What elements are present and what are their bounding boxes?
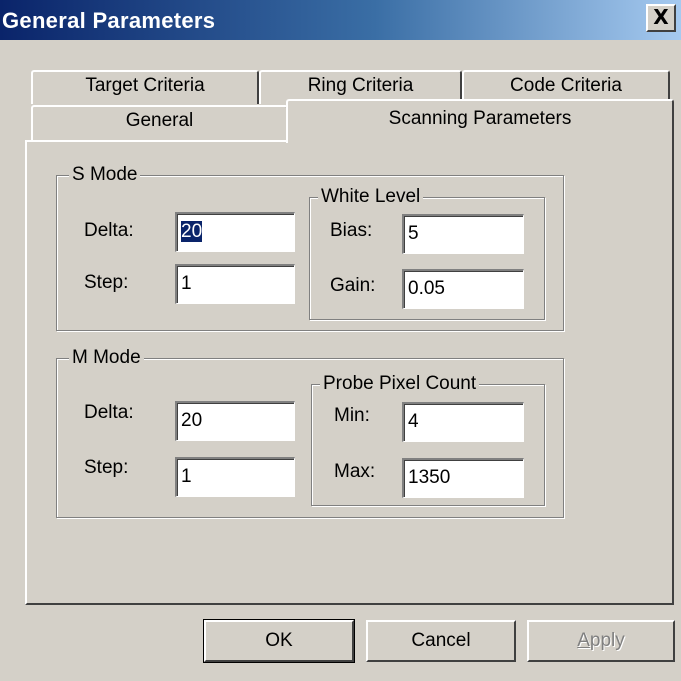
cancel-button[interactable]: Cancel bbox=[366, 620, 516, 662]
m-delta-label: Delta: bbox=[84, 402, 134, 423]
s-delta-input[interactable]: 20 bbox=[175, 212, 295, 252]
s-mode-group: S Mode Delta: 20 Step: 1 White Level Bia… bbox=[56, 165, 564, 331]
gain-value: 0.05 bbox=[408, 278, 445, 299]
gain-input[interactable]: 0.05 bbox=[402, 269, 524, 309]
m-step-label: Step: bbox=[84, 457, 129, 478]
white-level-group: White Level Bias: 5 Gain: 0.05 bbox=[309, 187, 545, 320]
apply-label-rest: pply bbox=[589, 630, 625, 651]
s-mode-title: S Mode bbox=[69, 165, 141, 185]
m-mode-group: M Mode Delta: 20 Step: 1 Probe Pixel Cou… bbox=[56, 348, 564, 518]
gain-label: Gain: bbox=[330, 275, 376, 296]
max-input[interactable]: 1350 bbox=[402, 458, 524, 498]
m-delta-value: 20 bbox=[181, 410, 203, 431]
min-input[interactable]: 4 bbox=[402, 402, 524, 442]
apply-button[interactable]: Apply bbox=[527, 620, 675, 662]
max-value: 1350 bbox=[408, 467, 451, 488]
probe-pixel-count-group: Probe Pixel Count Min: 4 Max: 1350 bbox=[311, 374, 545, 506]
tab-panel: S Mode Delta: 20 Step: 1 White Level Bia… bbox=[25, 140, 674, 605]
apply-mnemonic: A bbox=[577, 630, 590, 651]
close-button[interactable]: X bbox=[646, 4, 676, 32]
tab-label: Target Criteria bbox=[85, 75, 205, 96]
min-label: Min: bbox=[334, 405, 370, 426]
s-step-input[interactable]: 1 bbox=[175, 264, 295, 304]
s-delta-value: 20 bbox=[181, 221, 203, 242]
tab-target-criteria[interactable]: Target Criteria bbox=[31, 70, 259, 104]
tab-label: Ring Criteria bbox=[307, 75, 414, 96]
ok-button[interactable]: OK bbox=[203, 619, 355, 663]
bias-value: 5 bbox=[408, 223, 419, 244]
close-icon: X bbox=[653, 5, 669, 29]
max-label: Max: bbox=[334, 461, 376, 482]
m-step-input[interactable]: 1 bbox=[175, 457, 295, 497]
tab-label: General bbox=[125, 110, 194, 131]
cancel-label: Cancel bbox=[411, 630, 471, 651]
ok-label: OK bbox=[265, 630, 293, 651]
s-delta-label: Delta: bbox=[84, 220, 134, 241]
tab-label: Code Criteria bbox=[510, 75, 622, 96]
bias-input[interactable]: 5 bbox=[402, 214, 524, 254]
tab-label: Scanning Parameters bbox=[388, 108, 572, 129]
m-delta-input[interactable]: 20 bbox=[175, 401, 295, 441]
title-bar[interactable]: General Parameters X bbox=[0, 0, 681, 40]
tab-scanning-parameters[interactable]: Scanning Parameters bbox=[286, 99, 674, 143]
probe-pixel-count-title: Probe Pixel Count bbox=[320, 374, 480, 394]
white-level-title: White Level bbox=[318, 187, 424, 207]
m-step-value: 1 bbox=[181, 466, 192, 487]
window-title: General Parameters bbox=[2, 8, 216, 33]
s-step-value: 1 bbox=[181, 273, 192, 294]
min-value: 4 bbox=[408, 411, 419, 432]
m-mode-title: M Mode bbox=[69, 348, 144, 368]
tab-general[interactable]: General bbox=[31, 105, 288, 140]
bias-label: Bias: bbox=[330, 220, 373, 241]
s-step-label: Step: bbox=[84, 272, 129, 293]
